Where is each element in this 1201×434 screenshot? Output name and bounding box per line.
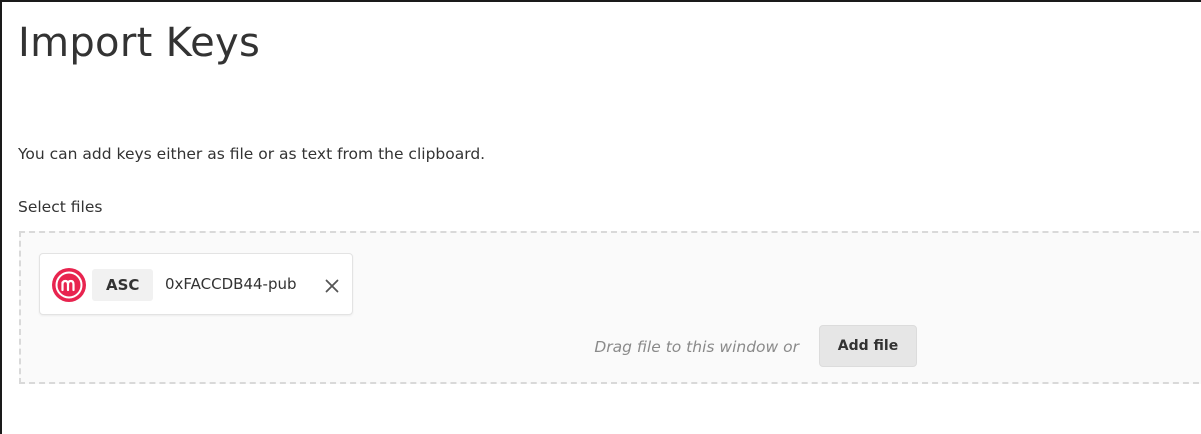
file-name: 0xFACCDB44-pub [165,275,297,293]
file-type-badge: ASC [92,269,154,301]
select-files-label: Select files [18,198,103,216]
close-icon[interactable] [320,274,344,298]
file-item: ASC 0xFACCDB44-pub [39,253,353,315]
intro-text: You can add keys either as file or as te… [18,145,486,163]
drag-hint: Drag file to this window or [594,338,799,356]
page-title: Import Keys [18,20,261,66]
file-dropzone[interactable]: ASC 0xFACCDB44-pub Drag file to this win… [19,231,1201,384]
app-logo-icon [52,268,86,302]
add-file-button[interactable]: Add file [819,325,917,367]
